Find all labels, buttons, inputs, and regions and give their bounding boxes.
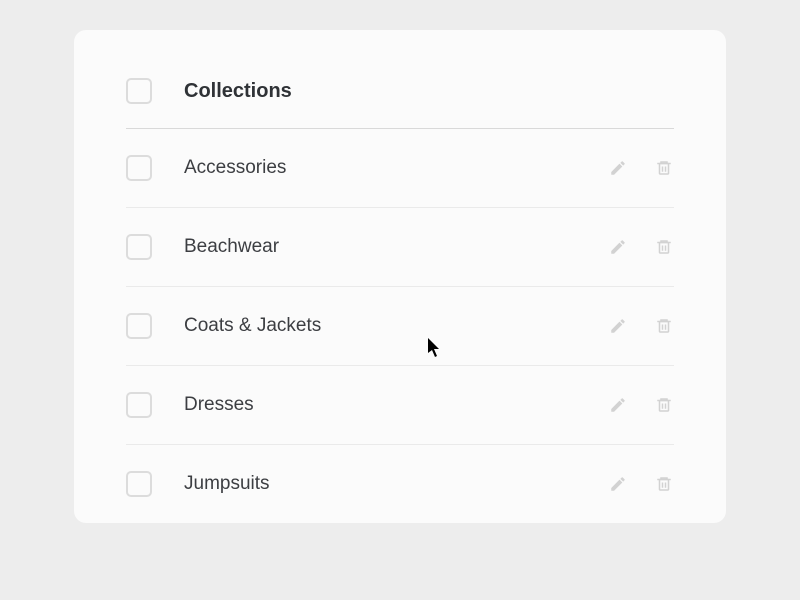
trash-icon[interactable]: [654, 474, 674, 494]
row-actions: [608, 474, 674, 494]
header-row: Collections: [126, 66, 674, 129]
pencil-icon[interactable]: [608, 474, 628, 494]
pencil-icon[interactable]: [608, 316, 628, 336]
trash-icon[interactable]: [654, 237, 674, 257]
list-item: Coats & Jackets: [126, 287, 674, 366]
row-actions: [608, 316, 674, 336]
row-label: Coats & Jackets: [184, 315, 608, 337]
row-checkbox[interactable]: [126, 392, 152, 418]
row-checkbox[interactable]: [126, 471, 152, 497]
row-label: Dresses: [184, 394, 608, 416]
row-checkbox[interactable]: [126, 155, 152, 181]
list-item: Beachwear: [126, 208, 674, 287]
trash-icon[interactable]: [654, 395, 674, 415]
list-item: Accessories: [126, 129, 674, 208]
row-checkbox[interactable]: [126, 313, 152, 339]
trash-icon[interactable]: [654, 316, 674, 336]
row-actions: [608, 395, 674, 415]
pencil-icon[interactable]: [608, 395, 628, 415]
row-actions: [608, 158, 674, 178]
list-item: Jumpsuits: [126, 445, 674, 523]
row-checkbox[interactable]: [126, 234, 152, 260]
row-label: Beachwear: [184, 236, 608, 258]
page-title: Collections: [184, 80, 292, 103]
row-actions: [608, 237, 674, 257]
select-all-checkbox[interactable]: [126, 78, 152, 104]
trash-icon[interactable]: [654, 158, 674, 178]
row-label: Accessories: [184, 157, 608, 179]
row-label: Jumpsuits: [184, 473, 608, 495]
collections-card: Collections Accessories Beachwear Coats: [74, 30, 726, 523]
pencil-icon[interactable]: [608, 237, 628, 257]
list-item: Dresses: [126, 366, 674, 445]
pencil-icon[interactable]: [608, 158, 628, 178]
